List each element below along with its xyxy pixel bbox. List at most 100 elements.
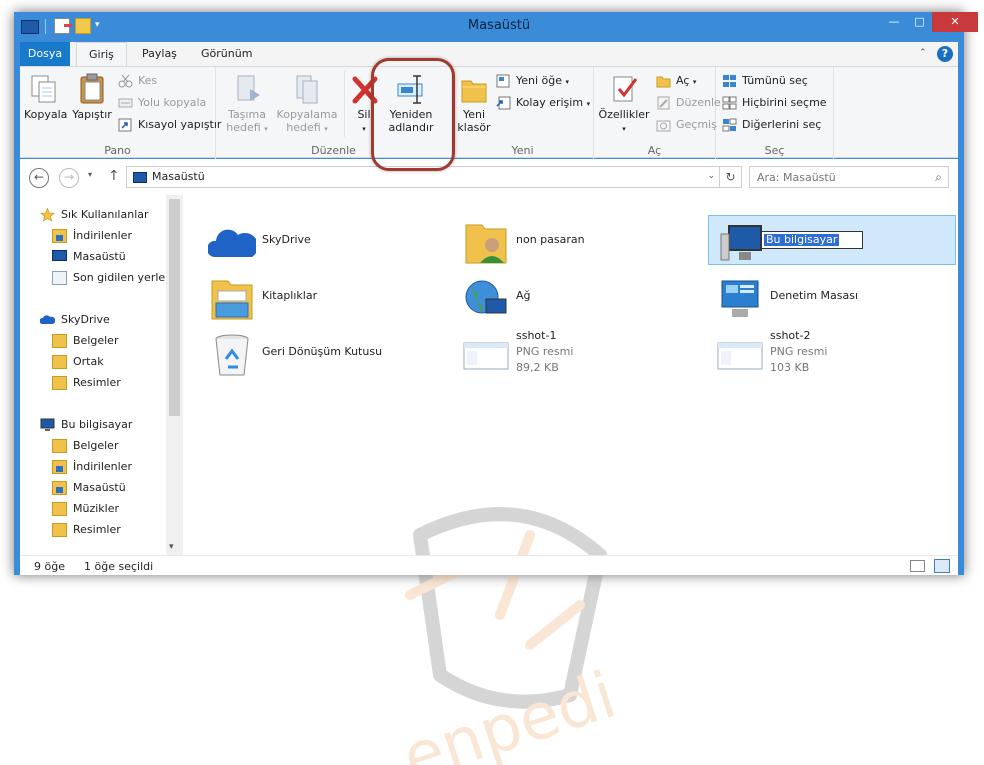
forward-button[interactable]: →	[59, 168, 79, 188]
item-control-panel[interactable]: Denetim Masası	[708, 271, 956, 321]
scrollbar-thumb[interactable]	[169, 199, 180, 416]
copy-to-label-1: Kopyalama	[276, 108, 338, 121]
open-button[interactable]: Aç ▾	[656, 71, 696, 91]
refresh-button[interactable]: ↻	[720, 166, 742, 188]
properties-button[interactable]: Özellikler ▾	[598, 73, 650, 136]
group-label-open: Aç	[647, 144, 662, 157]
group-open: Özellikler ▾ Aç ▾ Düzenle Geçmiş Aç	[594, 67, 721, 159]
paste-shortcut-button[interactable]: Kısayol yapıştır	[118, 115, 221, 135]
folder-icon	[52, 334, 67, 348]
properties-check-icon	[613, 76, 638, 102]
rename-selected-text: Bu bilgisayar	[764, 233, 840, 246]
group-label-new: Yeni	[511, 144, 534, 157]
item-sshot-2[interactable]: sshot-2 PNG resmi 103 KB	[708, 327, 956, 377]
tree-label: İndirilenler	[73, 460, 132, 473]
tab-share[interactable]: Paylaş	[130, 42, 189, 66]
cut-button[interactable]: Kes	[118, 71, 157, 91]
item-skydrive[interactable]: SkyDrive	[200, 215, 430, 265]
tab-home[interactable]: Giriş	[76, 42, 127, 67]
item-libraries[interactable]: Kitaplıklar	[200, 271, 430, 321]
item-size: 89,2 KB	[516, 361, 559, 374]
organize-separator	[344, 71, 345, 137]
history-label: Geçmiş	[676, 118, 717, 131]
copy-button[interactable]: Kopyala	[24, 73, 68, 121]
item-name: Denetim Masası	[770, 289, 859, 302]
new-item-button[interactable]: Yeni öğe ▾	[496, 71, 569, 91]
scissors-icon	[118, 74, 133, 88]
png-image-icon	[717, 342, 763, 370]
new-folder-button[interactable]: Yeni klasör	[456, 73, 492, 134]
help-icon[interactable]: ?	[937, 46, 953, 62]
window-title: Masaüstü	[467, 18, 531, 33]
back-button[interactable]: ←	[29, 168, 49, 188]
copy-path-button[interactable]: Yolu kopyala	[118, 93, 206, 113]
large-icons-view-icon[interactable]	[934, 559, 950, 573]
group-new: Yeni klasör Yeni öğe ▾ Kolay erişim ▾ Ye…	[452, 67, 594, 159]
move-to-icon	[237, 75, 260, 101]
easy-access-button[interactable]: Kolay erişim ▾	[496, 93, 590, 113]
tab-file[interactable]: Dosya	[20, 42, 70, 66]
tree-label: Masaüstü	[73, 250, 126, 263]
rename-input[interactable]: Bu bilgisayar	[761, 231, 863, 249]
move-to-label-1: Taşıma	[228, 108, 266, 121]
edit-button[interactable]: Düzenle	[656, 93, 721, 113]
item-name: non pasaran	[516, 233, 585, 246]
maximize-button[interactable]: □	[907, 12, 932, 32]
content-area: Sık Kullanılanlar İndirilenler Masaüstü …	[20, 195, 958, 765]
address-dropdown-icon[interactable]: ⌄	[707, 171, 715, 181]
navigation-scrollbar[interactable]: ▾	[166, 195, 183, 555]
open-folder-icon	[656, 76, 671, 88]
minimize-button[interactable]: —	[881, 12, 907, 32]
properties-label: Özellikler	[598, 108, 650, 121]
network-globe-icon	[465, 280, 507, 314]
up-button[interactable]: ↑	[108, 168, 120, 184]
item-user-folder[interactable]: non pasaran	[454, 215, 684, 265]
copy-path-icon	[118, 98, 133, 108]
ribbon-collapse-icon[interactable]: ⌃	[919, 48, 927, 58]
details-view-icon[interactable]	[910, 560, 925, 572]
new-item-icon	[496, 74, 510, 88]
close-button[interactable]: ✕	[932, 12, 978, 32]
paste-button[interactable]: Yapıştır	[70, 73, 114, 121]
history-button[interactable]: Geçmiş	[656, 115, 717, 135]
desktop-icon	[52, 250, 67, 261]
search-input[interactable]: Ara: Masaüstü ⌕	[749, 166, 949, 188]
tree-label: İndirilenler	[73, 229, 132, 242]
copy-icon	[31, 75, 56, 103]
downloads-folder-icon	[52, 229, 67, 243]
skydrive-cloud-icon	[208, 229, 256, 257]
copy-to-icon	[296, 75, 318, 104]
copy-path-label: Yolu kopyala	[138, 96, 207, 109]
paste-shortcut-icon	[118, 118, 132, 132]
recent-locations-icon[interactable]: ▾	[88, 170, 92, 179]
invert-selection-label: Diğerlerini seç	[742, 118, 822, 131]
item-recycle-bin[interactable]: Geri Dönüşüm Kutusu	[200, 327, 430, 377]
item-name: SkyDrive	[262, 233, 311, 246]
scroll-down-icon[interactable]: ▾	[169, 542, 174, 552]
item-this-pc-selected[interactable]: Bu bilgisayar	[708, 215, 956, 265]
item-name: Kitaplıklar	[262, 289, 318, 302]
invert-selection-button[interactable]: Diğerlerini seç	[722, 115, 821, 135]
item-name: Geri Dönüşüm Kutusu	[262, 345, 383, 358]
paste-label: Yapıştır	[72, 108, 112, 121]
item-sshot-1[interactable]: sshot-1 PNG resmi 89,2 KB	[454, 327, 684, 377]
select-none-button[interactable]: Hiçbirini seçme	[722, 93, 827, 113]
easy-access-icon	[496, 96, 511, 110]
folder-icon	[52, 355, 67, 369]
item-network[interactable]: Ağ	[454, 271, 684, 321]
search-icon[interactable]: ⌕	[935, 170, 942, 185]
tab-view[interactable]: Görünüm	[189, 42, 264, 66]
copy-to-button[interactable]: Kopyalama hedefi ▾	[276, 73, 338, 136]
title-bar[interactable]: ▾ Masaüstü	[14, 12, 964, 42]
item-type: PNG resmi	[516, 345, 574, 358]
invert-selection-icon	[722, 118, 737, 132]
select-all-button[interactable]: Tümünü seç	[722, 71, 808, 91]
move-to-label-2: hedefi	[226, 121, 261, 134]
music-folder-icon	[52, 502, 67, 516]
copy-label: Kopyala	[24, 108, 68, 121]
move-to-button[interactable]: Taşıma hedefi ▾	[222, 73, 272, 136]
libraries-folder-icon	[211, 280, 253, 320]
status-bar: 9 öğe 1 öğe seçildi	[20, 555, 958, 575]
documents-folder-icon	[52, 439, 67, 453]
ribbon: Kopyala Yapıştır Kes Yolu kopyala Kısayo…	[20, 66, 958, 159]
